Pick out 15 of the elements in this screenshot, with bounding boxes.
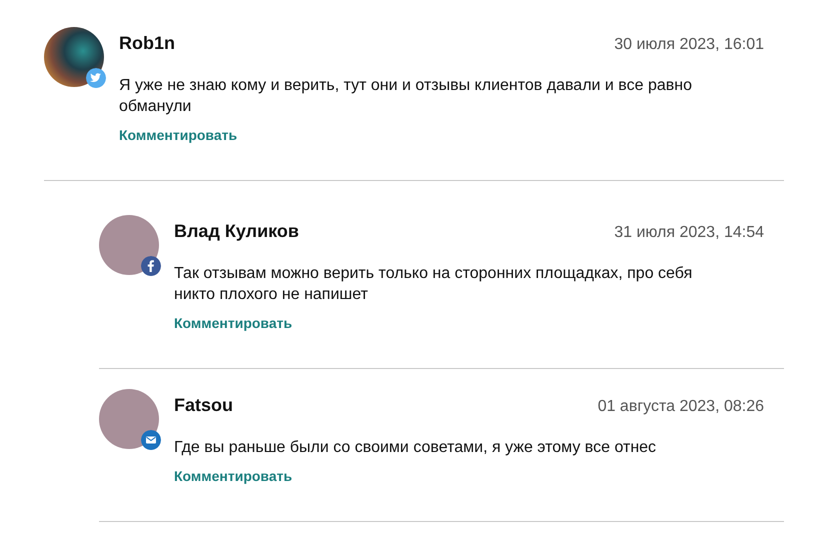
comment-text: Я уже не знаю кому и верить, тут они и отзывы клиентов давали и все равно обманули (119, 76, 693, 117)
comment-text: Так отзывам можно верить только на сторонних площадках, про себя никто плохого не напишет (174, 264, 694, 305)
letter-f-badge-icon (141, 256, 161, 276)
comment-link[interactable]: Комментировать (174, 315, 292, 332)
envelope-badge-icon (141, 430, 161, 450)
comment-link[interactable]: Комментировать (174, 468, 292, 485)
comment-text: Где вы раньше были со своими советами, я уже этому все отнес (174, 438, 658, 458)
author-name: Влад Куликов (174, 220, 299, 243)
comment-date: 30 июля 2023, 16:01 (614, 36, 764, 54)
author-name: Fatsou (174, 394, 234, 417)
comment-link[interactable]: Комментировать (119, 127, 238, 144)
bird-badge-icon (86, 68, 106, 88)
comment-date: 01 августа 2023, 08:26 (598, 398, 764, 416)
author-name: Rob1n (119, 32, 175, 55)
comment-date: 31 июля 2023, 14:54 (614, 224, 764, 242)
